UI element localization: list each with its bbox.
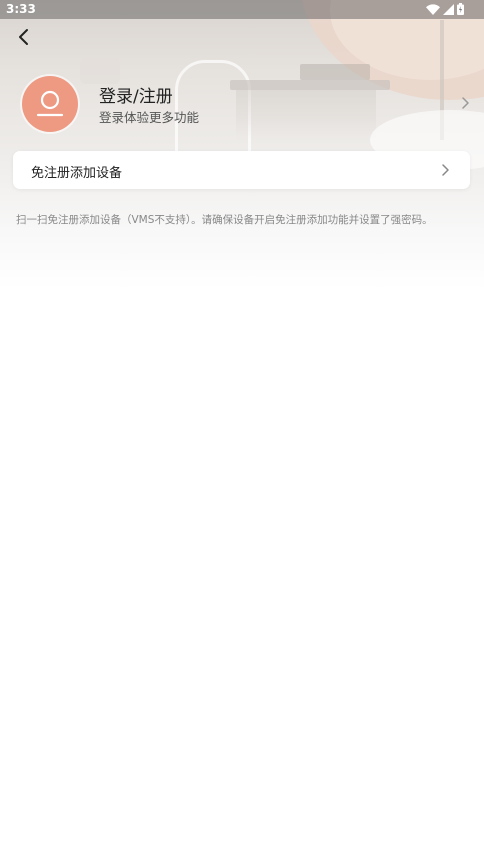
chevron-right-icon xyxy=(442,164,449,176)
user-avatar-icon xyxy=(36,90,64,117)
status-icons xyxy=(426,3,464,15)
back-button[interactable] xyxy=(12,26,34,48)
login-register-row[interactable]: 登录/注册 登录体验更多功能 xyxy=(0,72,484,136)
add-device-label: 免注册添加设备 xyxy=(31,166,123,181)
add-device-without-registration-item[interactable]: 免注册添加设备 xyxy=(13,151,470,189)
chevron-right-icon xyxy=(462,97,469,109)
status-time: 3:33 xyxy=(6,2,36,16)
battery-icon xyxy=(457,3,464,15)
status-bar: 3:33 xyxy=(0,0,484,19)
avatar[interactable] xyxy=(22,76,78,132)
cellular-signal-icon xyxy=(443,3,454,15)
wifi-icon xyxy=(426,3,440,15)
login-title[interactable]: 登录/注册 xyxy=(99,82,173,107)
chevron-left-icon xyxy=(19,29,28,45)
hint-text: 扫一扫免注册添加设备（VMS不支持）。请确保设备开启免注册添加功能并设置了强密码… xyxy=(16,214,433,226)
header-background-image xyxy=(0,0,484,290)
login-subtitle: 登录体验更多功能 xyxy=(99,110,200,125)
